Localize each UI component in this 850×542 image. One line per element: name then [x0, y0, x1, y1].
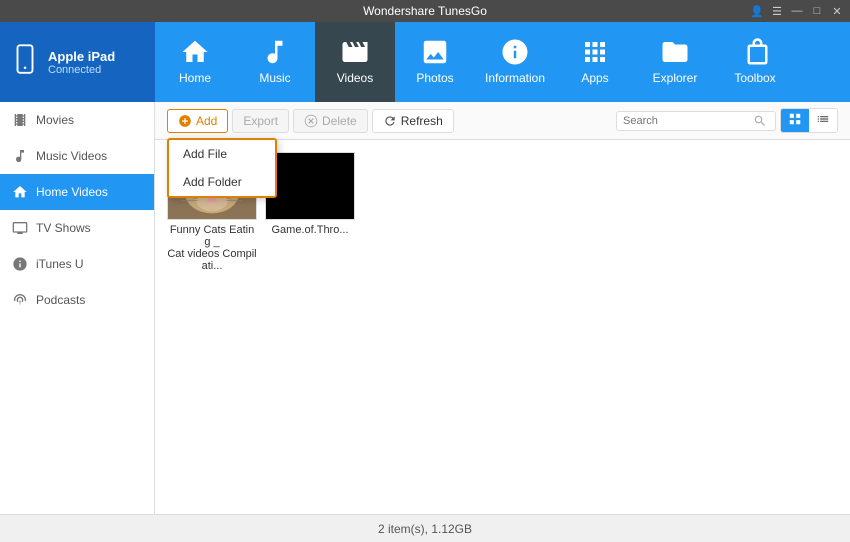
nav-bar: Apple iPad Connected Home Music Videos P… — [0, 22, 850, 102]
device-name: Apple iPad — [48, 49, 115, 64]
device-info: Apple iPad Connected — [0, 22, 155, 102]
sidebar-item-itunes-u[interactable]: iTunes U — [0, 246, 154, 282]
sidebar-label-home-videos: Home Videos — [36, 185, 108, 199]
add-folder-item[interactable]: Add Folder — [169, 168, 275, 196]
device-icon — [10, 40, 40, 85]
sidebar-label-movies: Movies — [36, 113, 74, 127]
list-view-button[interactable] — [809, 109, 837, 132]
nav-item-videos[interactable]: Videos — [315, 22, 395, 102]
nav-item-photos[interactable]: Photos — [395, 22, 475, 102]
refresh-button[interactable]: Refresh — [372, 109, 454, 133]
title-bar: Wondershare TunesGo 👤 ☰ — □ ✕ — [0, 0, 850, 22]
device-text: Apple iPad Connected — [48, 49, 115, 76]
nav-label-videos: Videos — [337, 71, 373, 85]
nav-label-explorer: Explorer — [653, 71, 698, 85]
nav-item-music[interactable]: Music — [235, 22, 315, 102]
app-title: Wondershare TunesGo — [363, 4, 487, 18]
status-text: 2 item(s), 1.12GB — [378, 522, 472, 536]
search-icon — [753, 114, 767, 128]
export-button[interactable]: Export — [232, 109, 289, 133]
delete-button[interactable]: Delete — [293, 109, 368, 133]
sidebar-item-tv-shows[interactable]: TV Shows — [0, 210, 154, 246]
delete-label: Delete — [322, 114, 357, 128]
menu-icon[interactable]: ☰ — [770, 4, 784, 18]
sidebar-item-music-videos[interactable]: Music Videos — [0, 138, 154, 174]
nav-label-home: Home — [179, 71, 211, 85]
refresh-label: Refresh — [401, 114, 443, 128]
nav-label-apps: Apps — [581, 71, 608, 85]
sidebar-label-music-videos: Music Videos — [36, 149, 107, 163]
search-box[interactable] — [616, 111, 776, 131]
nav-label-photos: Photos — [416, 71, 453, 85]
sidebar: Movies Music Videos Home Videos TV Shows… — [0, 102, 155, 514]
toolbar: Add Add File Add Folder Export Delete Re… — [155, 102, 850, 140]
nav-item-explorer[interactable]: Explorer — [635, 22, 715, 102]
grid-view-button[interactable] — [781, 109, 809, 132]
minimize-button[interactable]: — — [790, 4, 804, 18]
sidebar-label-itunes-u: iTunes U — [36, 257, 84, 271]
nav-label-information: Information — [485, 71, 545, 85]
sidebar-label-tv-shows: TV Shows — [36, 221, 91, 235]
status-bar: 2 item(s), 1.12GB — [0, 514, 850, 542]
file-item[interactable]: Game.of.Thro... — [265, 152, 355, 272]
device-status: Connected — [48, 64, 115, 76]
nav-item-toolbox[interactable]: Toolbox — [715, 22, 795, 102]
file-name-2: Game.of.Thro... — [271, 224, 348, 236]
nav-label-music: Music — [259, 71, 290, 85]
nav-item-apps[interactable]: Apps — [555, 22, 635, 102]
sidebar-item-movies[interactable]: Movies — [0, 102, 154, 138]
sidebar-item-podcasts[interactable]: Podcasts — [0, 282, 154, 318]
add-dropdown: Add File Add Folder — [167, 138, 277, 198]
file-name-1: Funny Cats Eating _ Cat videos Compilati… — [167, 224, 257, 272]
add-button[interactable]: Add — [167, 109, 228, 133]
nav-label-toolbox: Toolbox — [734, 71, 775, 85]
main-layout: Movies Music Videos Home Videos TV Shows… — [0, 102, 850, 514]
file-thumbnail — [265, 152, 355, 220]
view-toggle — [780, 108, 838, 133]
user-icon[interactable]: 👤 — [750, 4, 764, 18]
add-label: Add — [196, 114, 217, 128]
nav-item-information[interactable]: Information — [475, 22, 555, 102]
nav-item-home[interactable]: Home — [155, 22, 235, 102]
sidebar-label-podcasts: Podcasts — [36, 293, 85, 307]
nav-items: Home Music Videos Photos Information App… — [155, 22, 850, 102]
sidebar-item-home-videos[interactable]: Home Videos — [0, 174, 154, 210]
window-controls[interactable]: 👤 ☰ — □ ✕ — [750, 4, 844, 18]
close-button[interactable]: ✕ — [830, 4, 844, 18]
search-input[interactable] — [623, 115, 753, 127]
content-area: Add Add File Add Folder Export Delete Re… — [155, 102, 850, 514]
add-file-item[interactable]: Add File — [169, 140, 275, 168]
maximize-button[interactable]: □ — [810, 4, 824, 18]
export-label: Export — [243, 114, 278, 128]
